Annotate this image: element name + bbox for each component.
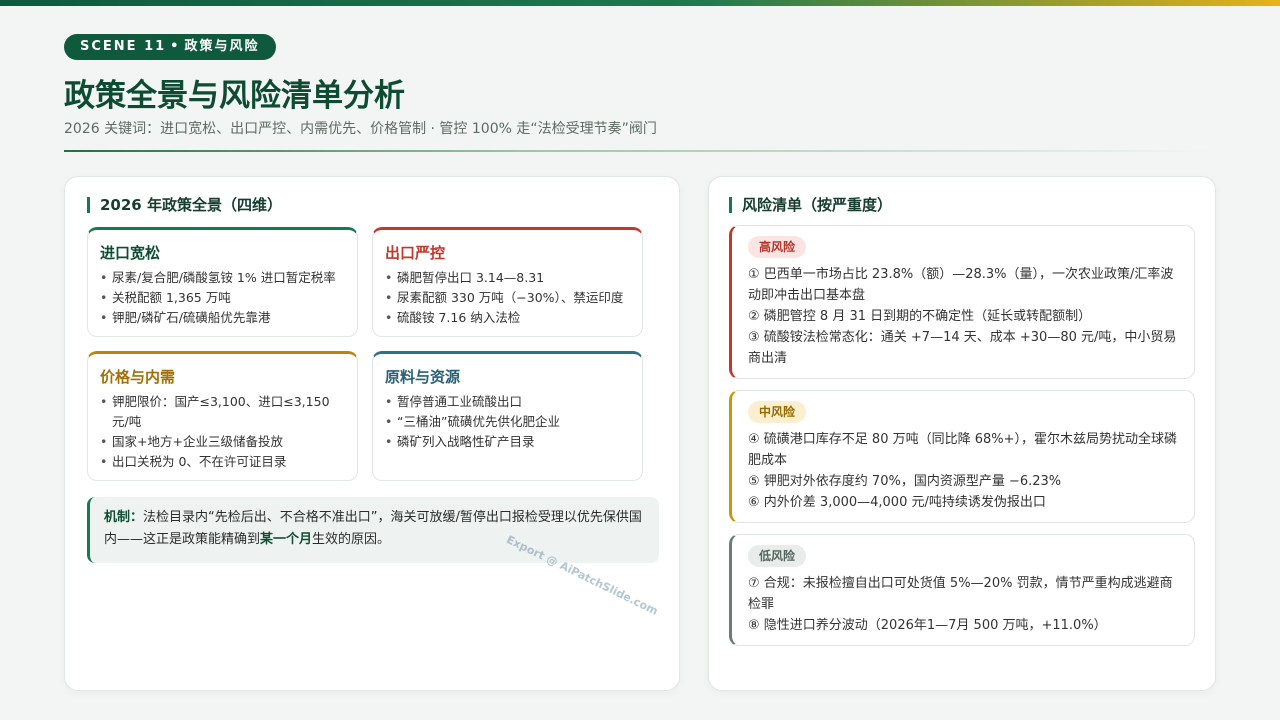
policy-item: “三桶油”硫磺优先供化肥企业 — [385, 412, 634, 432]
policy-panel: 2026 年政策全景（四维） 进口宽松 尿素/复合肥/磷酸氢铵 1% 进口暂定税… — [64, 176, 680, 691]
risk-item: ③ 硫酸铵法检常态化：通关 +7—14 天、成本 +30—80 元/吨，中小贸易… — [748, 330, 1177, 366]
risk-item: ⑤ 钾肥对外依存度约 70%，国内资源型产量 −6.23% — [748, 474, 1062, 489]
page-title: 政策全景与风险清单分析 — [64, 78, 405, 114]
mechanism-emphasis: 某一个月 — [260, 532, 313, 547]
mechanism-callout: 机制：法检目录内“先检后出、不合格不准出口”，海关可放缓/暂停出口报检受理以优先… — [87, 497, 659, 563]
policy-card-list: 磷肥暂停出口 3.14—8.31 尿素配额 330 万吨（−30%）、禁运印度 … — [385, 268, 634, 328]
top-accent-bar — [0, 0, 1280, 6]
scene-separator: • — [170, 39, 181, 54]
risk-panel: 风险清单（按严重度） 高风险 ① 巴西单一市场占比 23.8%（额）—28.3%… — [708, 176, 1216, 691]
risk-item: ⑧ 隐性进口养分波动（2026年1—7月 500 万吨，+11.0%） — [748, 618, 1107, 633]
mechanism-text-end: 生效的原因。 — [312, 532, 391, 547]
policy-card-list: 尿素/复合肥/磷酸氢铵 1% 进口暂定税率 关税配额 1,365 万吨 钾肥/磷… — [100, 268, 349, 328]
risk-card-medium: 中风险 ④ 硫磺港口库存不足 80 万吨（同比降 68%+），霍尔木兹局势扰动全… — [729, 390, 1195, 523]
risk-item: ④ 硫磺港口库存不足 80 万吨（同比降 68%+），霍尔木兹局势扰动全球磷肥成… — [748, 432, 1178, 468]
risk-panel-heading: 风险清单（按严重度） — [729, 197, 892, 213]
risk-item: ⑥ 内外价差 3,000—4,000 元/吨持续诱发伪报出口 — [748, 495, 1046, 510]
risk-items: ⑦ 合规：未报检擅自出口可处货值 5%—20% 罚款，情节严重构成逃避商检罪 ⑧… — [748, 573, 1184, 636]
policy-item: 钾肥限价：国产≤3,100、进口≤3,150 元/吨 — [100, 392, 349, 432]
risk-card-low: 低风险 ⑦ 合规：未报检擅自出口可处货值 5%—20% 罚款，情节严重构成逃避商… — [729, 534, 1195, 646]
policy-item: 磷矿列入战略性矿产目录 — [385, 432, 634, 452]
policy-card-title: 出口严控 — [385, 244, 446, 262]
policy-item: 磷肥暂停出口 3.14—8.31 — [385, 268, 634, 288]
policy-item: 尿素/复合肥/磷酸氢铵 1% 进口暂定税率 — [100, 268, 349, 288]
risk-level-badge: 中风险 — [748, 401, 807, 423]
policy-item: 尿素配额 330 万吨（−30%）、禁运印度 — [385, 288, 634, 308]
policy-item: 钾肥/磷矿石/硫磺船优先靠港 — [100, 308, 349, 328]
policy-item: 硫酸铵 7.16 纳入法检 — [385, 308, 634, 328]
risk-item: ① 巴西单一市场占比 23.8%（额）—28.3%（量），一次农业政策/汇率波动… — [748, 267, 1174, 303]
policy-panel-heading: 2026 年政策全景（四维） — [87, 197, 282, 213]
policy-card-price: 价格与内需 钾肥限价：国产≤3,100、进口≤3,150 元/吨 国家+地方+企… — [87, 351, 358, 481]
policy-card-title: 原料与资源 — [385, 368, 461, 386]
policy-card-title: 价格与内需 — [100, 368, 176, 386]
risk-level-badge: 低风险 — [748, 545, 807, 567]
policy-card-resources: 原料与资源 暂停普通工业硫酸出口 “三桶油”硫磺优先供化肥企业 磷矿列入战略性矿… — [372, 351, 643, 481]
policy-card-title: 进口宽松 — [100, 244, 161, 262]
risk-item: ⑦ 合规：未报检擅自出口可处货值 5%—20% 罚款，情节严重构成逃避商检罪 — [748, 576, 1173, 612]
policy-item: 国家+地方+企业三级储备投放 — [100, 432, 349, 452]
policy-item: 暂停普通工业硫酸出口 — [385, 392, 634, 412]
policy-card-export: 出口严控 磷肥暂停出口 3.14—8.31 尿素配额 330 万吨（−30%）、… — [372, 227, 643, 337]
scene-badge: SCENE 11 • 政策与风险 — [64, 34, 276, 60]
title-divider — [64, 150, 1214, 152]
risk-items: ④ 硫磺港口库存不足 80 万吨（同比降 68%+），霍尔木兹局势扰动全球磷肥成… — [748, 429, 1184, 513]
policy-item: 出口关税为 0、不在许可证目录 — [100, 452, 349, 472]
policy-card-list: 暂停普通工业硫酸出口 “三桶油”硫磺优先供化肥企业 磷矿列入战略性矿产目录 — [385, 392, 634, 452]
mechanism-label: 机制： — [104, 510, 144, 525]
page-subtitle: 2026 关键词：进口宽松、出口严控、内需优先、价格管制 · 管控 100% 走… — [64, 121, 657, 137]
policy-item: 关税配额 1,365 万吨 — [100, 288, 349, 308]
risk-card-high: 高风险 ① 巴西单一市场占比 23.8%（额）—28.3%（量），一次农业政策/… — [729, 225, 1195, 379]
risk-items: ① 巴西单一市场占比 23.8%（额）—28.3%（量），一次农业政策/汇率波动… — [748, 264, 1184, 369]
scene-topic: 政策与风险 — [184, 39, 260, 54]
scene-label: SCENE 11 — [80, 39, 167, 54]
risk-level-badge: 高风险 — [748, 236, 807, 258]
risk-item: ② 磷肥管控 8 月 31 日到期的不确定性（延长或转配额制） — [748, 309, 1092, 324]
policy-card-import: 进口宽松 尿素/复合肥/磷酸氢铵 1% 进口暂定税率 关税配额 1,365 万吨… — [87, 227, 358, 337]
policy-card-list: 钾肥限价：国产≤3,100、进口≤3,150 元/吨 国家+地方+企业三级储备投… — [100, 392, 349, 472]
